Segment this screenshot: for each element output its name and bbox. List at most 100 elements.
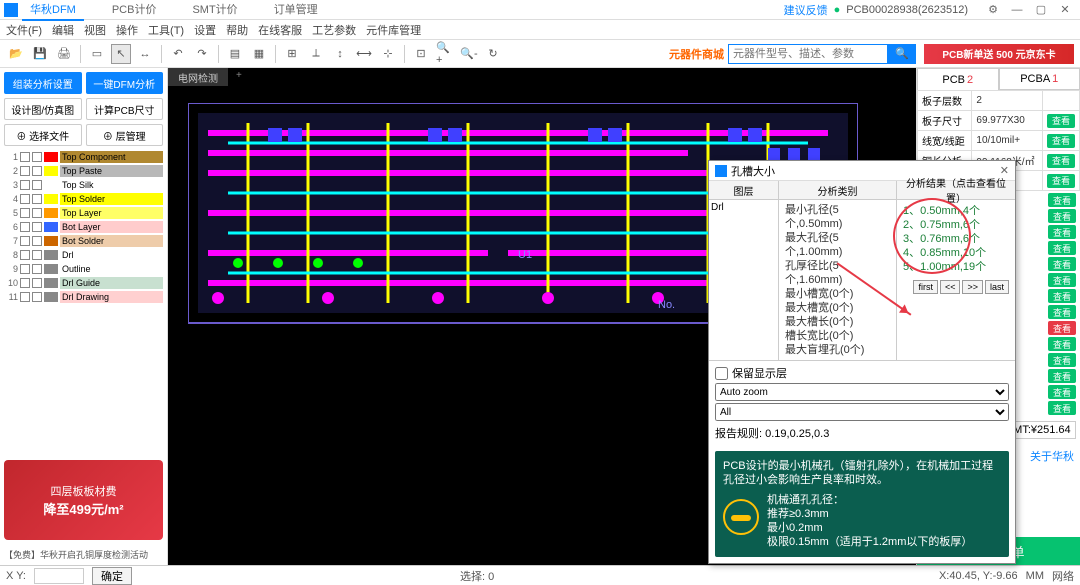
hole-size-popup: 孔槽大小 ✕ 图层 分析类别 分析结果（点击查看位置） Drl 最小孔径(5个,… [708,160,1016,564]
view-badge[interactable]: 查看 [1048,321,1076,335]
ad-banner[interactable]: 四层板板材费 降至499元/m² [4,460,163,540]
hole-diagram-icon [723,499,759,535]
view-badge[interactable]: 查看 [1048,241,1076,255]
assembly-settings-button[interactable]: 组装分析设置 [4,72,82,94]
layer-row[interactable]: 6Bot Layer [4,220,163,234]
layer-icon[interactable]: ▤ [225,44,245,64]
search-input[interactable] [728,44,888,64]
feedback-link[interactable]: 建议反馈 [784,2,828,18]
info-key: 线宽/线距 [918,131,972,151]
zoomout-icon[interactable]: 🔍- [459,44,479,64]
dfm-analyze-button[interactable]: 一键DFM分析 [86,72,164,94]
redo-icon[interactable]: ↷ [192,44,212,64]
calc-size-button[interactable]: 计算PCB尺寸 [86,98,164,120]
tab-pcba[interactable]: PCBA1 [999,68,1080,90]
xy-input[interactable] [34,568,84,584]
stack-icon[interactable]: ▦ [249,44,269,64]
layer-row[interactable]: 5Top Layer [4,206,163,220]
layer-row[interactable]: 1Top Component [4,150,163,164]
layer-row[interactable]: 11Drl Drawing [4,290,163,304]
layer-row[interactable]: 2Top Paste [4,164,163,178]
view-badge[interactable]: 查看 [1048,289,1076,303]
view-badge[interactable]: 查看 [1048,225,1076,239]
popup-tip: PCB设计的最小机械孔（镭射孔除外），在机械加工过程孔径过小会影响生产良率和时效… [715,451,1009,557]
print-icon[interactable]: 🖨 [54,44,74,64]
settings-icon[interactable]: ⚙ [982,2,1004,18]
layer-row[interactable]: 9Outline [4,262,163,276]
tab-orders[interactable]: 订单管理 [266,0,326,21]
zoomfit-icon[interactable]: ⊡ [411,44,431,64]
tab-pcb[interactable]: PCB2 [917,68,999,90]
about-link[interactable]: 关于华秋 [1030,449,1074,465]
refresh-icon[interactable]: ↻ [483,44,503,64]
menu-lib[interactable]: 元件库管理 [366,22,421,38]
info-val: 69.977X30 [972,111,1043,131]
add-tab[interactable]: + [228,68,250,86]
view-badge[interactable]: 查看 [1048,305,1076,319]
tab-smt-price[interactable]: SMT计价 [184,0,245,21]
undo-icon[interactable]: ↶ [168,44,188,64]
layer-row[interactable]: 7Bot Solder [4,234,163,248]
menu-edit[interactable]: 编辑 [52,22,74,38]
view-badge[interactable]: 查看 [1047,114,1075,128]
pointer-icon[interactable]: ↖ [111,44,131,64]
design-view-button[interactable]: 设计图/仿真图 [4,98,82,120]
menu-tools[interactable]: 工具(T) [148,22,184,38]
origin-icon[interactable]: ⊹ [378,44,398,64]
save-icon[interactable]: 💾 [30,44,50,64]
view-badge[interactable]: 查看 [1048,257,1076,271]
close-icon[interactable]: ✕ [1054,2,1076,18]
zoom-select[interactable]: Auto zoom [715,383,1009,401]
view-badge[interactable]: 查看 [1048,337,1076,351]
job-id: PCB00028938(2623512) [846,4,968,16]
layer-row[interactable]: 4Top Solder [4,192,163,206]
view-badge[interactable]: 查看 [1047,154,1075,168]
keep-layer-check[interactable]: 保留显示层 [715,365,1009,381]
filter-select[interactable]: All [715,403,1009,421]
popup-icon [715,165,727,177]
select-icon[interactable]: ▭ [87,44,107,64]
layer-row[interactable]: 10Drl Guide [4,276,163,290]
search-button[interactable]: 🔍 [888,44,916,64]
nav-next[interactable]: >> [962,280,983,294]
ad-sub[interactable]: 【免费】华秋开启孔铜厚度检测活动 [4,548,163,561]
measure-icon[interactable]: ↕ [330,44,350,64]
dim-icon[interactable]: ⟷ [354,44,374,64]
view-badge[interactable]: 查看 [1048,369,1076,383]
menu-support[interactable]: 在线客服 [258,22,302,38]
popup-results[interactable]: 1、0.50mm,4个2、0.75mm,6个3、0.76mm,6个4、0.85m… [897,200,1015,360]
menu-op[interactable]: 操作 [116,22,138,38]
layer-row[interactable]: 8Drl [4,248,163,262]
menu-help[interactable]: 帮助 [226,22,248,38]
view-badge[interactable]: 查看 [1048,353,1076,367]
choose-file-button[interactable]: ⊕ 选择文件 [4,124,82,146]
canvas-tab[interactable]: 电网检测 [168,68,228,86]
view-badge[interactable]: 查看 [1047,134,1075,148]
ruler-icon[interactable]: ⟂ [306,44,326,64]
nav-prev[interactable]: << [940,280,961,294]
minimize-icon[interactable]: — [1006,2,1028,18]
promo-banner[interactable]: PCB新单送 500 元京东卡 [924,44,1074,64]
layer-row[interactable]: 3Top Silk [4,178,163,192]
tab-dfm[interactable]: 华秋DFM [22,0,84,21]
nav-last[interactable]: last [985,280,1009,294]
tab-pcb-price[interactable]: PCB计价 [104,0,165,21]
menu-settings[interactable]: 设置 [194,22,216,38]
view-badge[interactable]: 查看 [1048,193,1076,207]
snap-icon[interactable]: ⊞ [282,44,302,64]
menu-file[interactable]: 文件(F) [6,22,42,38]
nav-first[interactable]: first [913,280,938,294]
view-badge[interactable]: 查看 [1048,401,1076,415]
layer-mgr-button[interactable]: ⊕ 层管理 [86,124,164,146]
view-badge[interactable]: 查看 [1048,385,1076,399]
xy-ok-button[interactable]: 确定 [92,567,132,585]
move-icon[interactable]: ↔ [135,44,155,64]
maximize-icon[interactable]: ▢ [1030,2,1052,18]
open-icon[interactable]: 📂 [6,44,26,64]
menu-process[interactable]: 工艺参数 [312,22,356,38]
menu-view[interactable]: 视图 [84,22,106,38]
view-badge[interactable]: 查看 [1047,174,1075,188]
view-badge[interactable]: 查看 [1048,273,1076,287]
zoomin-icon[interactable]: 🔍+ [435,44,455,64]
view-badge[interactable]: 查看 [1048,209,1076,223]
